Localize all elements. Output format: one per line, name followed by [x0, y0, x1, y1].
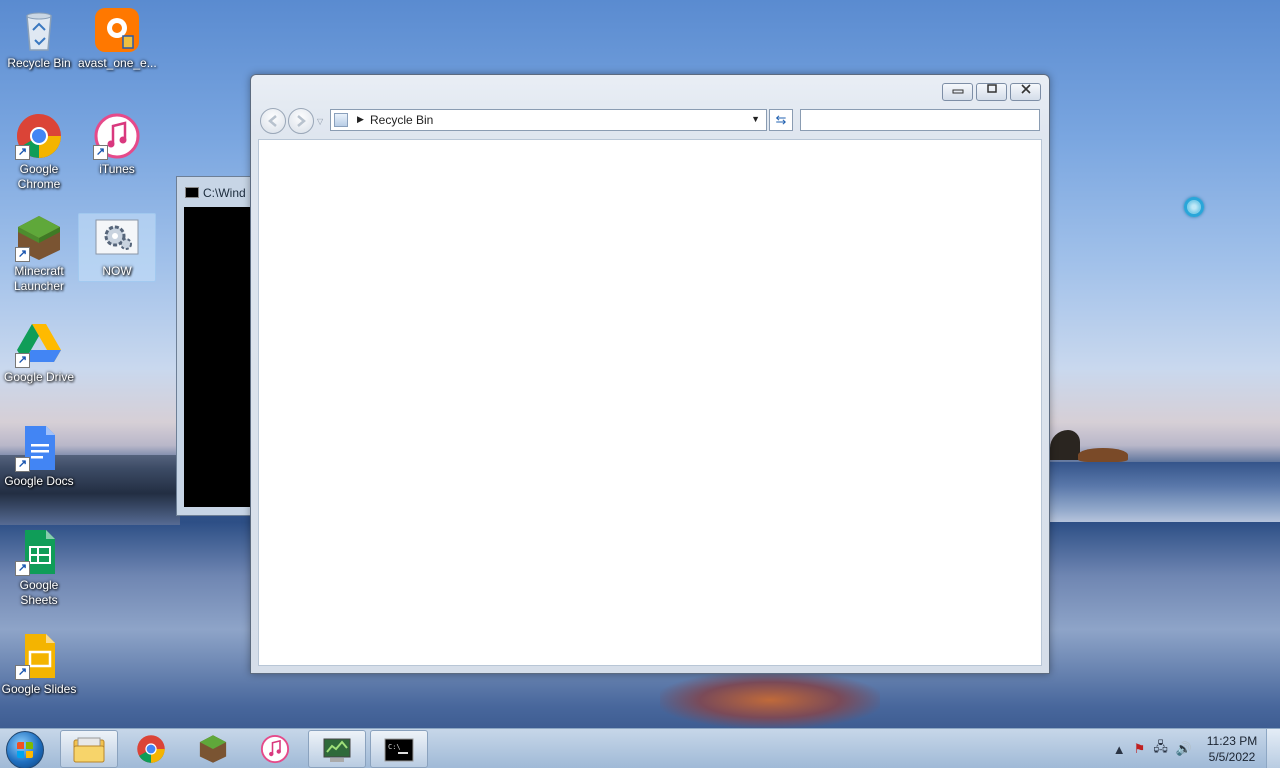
- start-button[interactable]: [6, 731, 44, 768]
- desktop-icon-label: Google Chrome: [17, 162, 61, 191]
- taskbar-minecraft[interactable]: [184, 730, 242, 768]
- desktop-icon-label: Google Sheets: [19, 578, 59, 607]
- taskbar-itunes[interactable]: [246, 730, 304, 768]
- close-button[interactable]: [1010, 83, 1041, 101]
- minimize-button[interactable]: [942, 83, 973, 101]
- volume-icon[interactable]: 🔊: [1176, 741, 1192, 757]
- shortcut-arrow-icon: ↗: [15, 145, 30, 160]
- taskbar-command-prompt[interactable]: C:\: [370, 730, 428, 768]
- taskbar-control-panel[interactable]: [308, 730, 366, 768]
- shortcut-arrow-icon: ↗: [15, 665, 30, 680]
- desktop-icon-label: Recycle Bin: [7, 56, 71, 70]
- windows-explorer-icon: [73, 737, 105, 763]
- breadcrumb-separator-icon[interactable]: ▶: [357, 114, 364, 125]
- show-desktop-button[interactable]: [1266, 729, 1280, 768]
- command-prompt-titlebar[interactable]: C:\Wind: [177, 177, 255, 207]
- desktop-icon-google-slides[interactable]: ↗ Google Slides: [0, 632, 78, 697]
- google-sheets-icon: ↗: [15, 528, 63, 576]
- action-center-flag-icon[interactable]: ⚑: [1134, 741, 1146, 757]
- busy-cursor-icon: [1184, 197, 1204, 217]
- control-panel-icon: [323, 738, 351, 762]
- desktop-icon-google-docs[interactable]: ↗ Google Docs: [0, 424, 78, 489]
- wallpaper-rock: [1078, 448, 1128, 462]
- command-prompt-icon: [185, 187, 199, 198]
- desktop-icon-label: NOW: [102, 264, 132, 278]
- google-docs-icon: ↗: [15, 424, 63, 472]
- clock[interactable]: 11:23 PM 5/5/2022: [1200, 733, 1264, 765]
- minecraft-icon: ↗: [15, 214, 63, 262]
- desktop-icon-label: iTunes: [99, 162, 135, 176]
- desktop-icon-google-drive[interactable]: ↗ Google Drive: [0, 320, 78, 385]
- command-prompt-window[interactable]: C:\Wind: [176, 176, 256, 516]
- settings-gear-icon: [93, 214, 141, 262]
- back-arrow-icon: [268, 115, 277, 127]
- shortcut-arrow-icon: ↗: [15, 247, 30, 262]
- explorer-window[interactable]: ▽ ▶ Recycle Bin ▼ ⇆: [250, 74, 1050, 674]
- chrome-icon: ↗: [15, 112, 63, 160]
- taskbar: C:\ ▲ ⚑ 🖧 🔊 11:23 PM 5/5/2022: [0, 728, 1280, 768]
- back-button[interactable]: [260, 108, 286, 134]
- desktop-icon-recycle-bin[interactable]: Recycle Bin: [0, 6, 78, 71]
- windows-logo-icon: [17, 742, 34, 759]
- shortcut-arrow-icon: ↗: [15, 353, 30, 368]
- desktop-icon-google-sheets[interactable]: ↗ Google Sheets: [0, 528, 78, 608]
- address-path[interactable]: Recycle Bin: [370, 113, 433, 127]
- desktop-icon-label: Google Docs: [4, 474, 74, 488]
- navigation-bar: ▽ ▶ Recycle Bin ▼ ⇆: [259, 107, 1041, 134]
- maximize-button[interactable]: [976, 83, 1007, 101]
- forward-button[interactable]: [288, 108, 314, 134]
- taskbar-windows-explorer[interactable]: [60, 730, 118, 768]
- wallpaper-headland: [1050, 430, 1080, 460]
- chrome-icon: [137, 735, 165, 763]
- refresh-icon: ⇆: [775, 112, 787, 127]
- file-list-pane[interactable]: [258, 139, 1042, 666]
- shortcut-arrow-icon: ↗: [15, 457, 30, 472]
- wallpaper-sea: [1050, 462, 1280, 522]
- shortcut-arrow-icon: ↗: [15, 561, 30, 576]
- desktop-icon-label: avast_one_e...: [78, 56, 157, 70]
- refresh-button[interactable]: ⇆: [769, 109, 793, 131]
- desktop-icon-minecraft-launcher[interactable]: ↗ Minecraft Launcher: [0, 214, 78, 294]
- itunes-icon: ↗: [93, 112, 141, 160]
- minecraft-icon: [199, 735, 227, 763]
- google-slides-icon: ↗: [15, 632, 63, 680]
- restore-icon: [986, 84, 997, 93]
- command-prompt-body[interactable]: [184, 207, 255, 507]
- forward-arrow-icon: [297, 115, 306, 127]
- caption-buttons: [942, 83, 1041, 101]
- system-tray: ▲ ⚑ 🖧 🔊 11:23 PM 5/5/2022: [1113, 729, 1264, 768]
- command-prompt-title: C:\Wind: [203, 186, 246, 200]
- recycle-bin-icon: [15, 6, 63, 54]
- desktop-icon-itunes[interactable]: ↗ iTunes: [78, 112, 156, 177]
- svg-text:C:\: C:\: [388, 743, 401, 751]
- shortcut-arrow-icon: ↗: [93, 145, 108, 160]
- command-prompt-icon: C:\: [384, 738, 414, 762]
- avast-icon: [93, 6, 141, 54]
- desktop-icon-label: Google Slides: [1, 682, 77, 696]
- desktop-icon-google-chrome[interactable]: ↗ Google Chrome: [0, 112, 78, 192]
- desktop-icon-avast[interactable]: avast_one_e...: [78, 6, 157, 71]
- desktop-icon-now[interactable]: NOW: [78, 213, 156, 282]
- itunes-icon: [260, 734, 290, 764]
- desktop-icon-label: Minecraft Launcher: [13, 264, 65, 293]
- wallpaper-sunset-reflection: [660, 672, 880, 728]
- address-dropdown-icon[interactable]: ▼: [751, 114, 760, 124]
- recycle-bin-location-icon: [334, 113, 348, 127]
- clock-time: 11:23 PM: [1206, 734, 1258, 748]
- taskbar-google-chrome[interactable]: [122, 730, 180, 768]
- minimize-icon: [952, 89, 963, 94]
- google-drive-icon: ↗: [15, 320, 63, 368]
- desktop-icon-label: Google Drive: [3, 370, 75, 384]
- close-icon: [1020, 84, 1031, 94]
- network-icon[interactable]: 🖧: [1153, 738, 1168, 760]
- search-input[interactable]: [800, 109, 1040, 131]
- recent-pages-dropdown-icon[interactable]: ▽: [317, 117, 323, 126]
- show-hidden-icons-icon[interactable]: ▲: [1113, 742, 1126, 757]
- address-bar[interactable]: ▶ Recycle Bin ▼: [330, 109, 767, 131]
- clock-date: 5/5/2022: [1208, 750, 1256, 764]
